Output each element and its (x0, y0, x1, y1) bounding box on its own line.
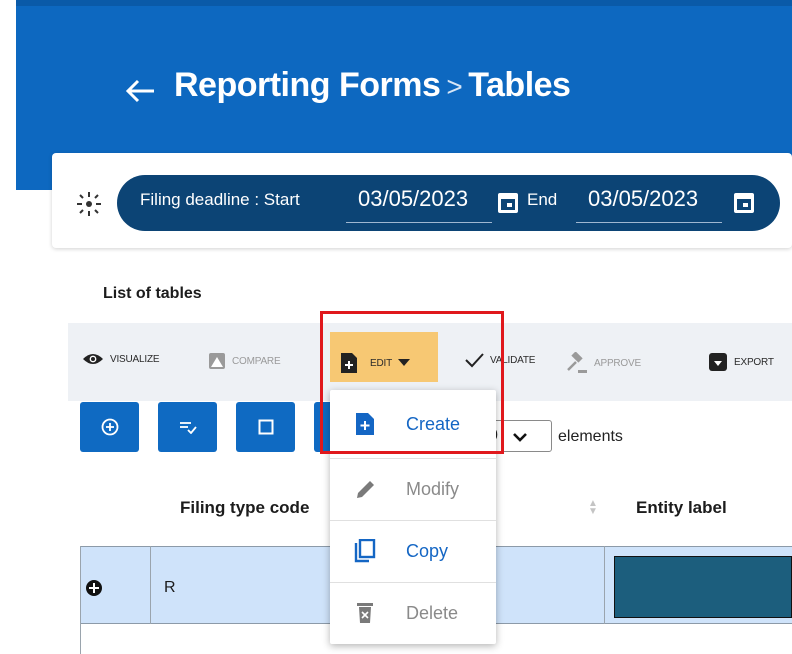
approve-label: APPROVE (594, 357, 641, 369)
menu-item-create[interactable]: Create (330, 394, 496, 454)
elements-label: elements (558, 428, 623, 445)
trash-icon (357, 603, 373, 623)
arrow-left-icon[interactable] (124, 74, 158, 108)
column-header-entity-label[interactable]: Entity label (636, 498, 727, 518)
calendar-icon[interactable] (498, 193, 518, 213)
compare-button[interactable]: COMPARE (208, 352, 281, 370)
page-title: Reporting Forms > Tables (174, 66, 571, 105)
check-icon (465, 353, 484, 368)
filing-type-code-cell: R (164, 579, 176, 596)
visualize-label: VISUALIZE (110, 353, 160, 365)
calendar-icon[interactable] (734, 193, 754, 213)
menu-item-copy[interactable]: Copy (330, 520, 496, 580)
eye-icon (83, 354, 103, 364)
plus-circle-icon (101, 418, 118, 436)
edit-label: EDIT (370, 357, 392, 369)
select-rows-button[interactable] (158, 402, 217, 452)
menu-item-modify[interactable]: Modify (330, 458, 496, 518)
entity-label-cell (614, 556, 792, 618)
end-date-underline (576, 222, 722, 223)
menu-item-delete[interactable]: Delete (330, 582, 496, 642)
filing-deadline-start-label: Filing deadline : Start (140, 190, 300, 209)
compare-label: COMPARE (232, 355, 281, 367)
copy-icon (354, 539, 376, 563)
start-date-field[interactable]: 03/05/2023 (358, 186, 468, 212)
compare-icon (209, 353, 225, 369)
chevron-down-icon (513, 433, 527, 442)
start-date-underline (346, 222, 492, 223)
menu-item-delete-label: Delete (406, 603, 459, 623)
gavel-icon (567, 352, 587, 373)
header-top-strip (16, 0, 792, 6)
visualize-button[interactable]: VISUALIZE (82, 352, 160, 366)
export-label: EXPORT (734, 356, 774, 368)
validate-label: VALIDATE (490, 354, 536, 366)
sun-icon[interactable] (76, 191, 102, 217)
breadcrumb-separator: > (446, 71, 463, 102)
expand-row-icon[interactable] (86, 580, 102, 596)
pencil-icon (357, 481, 374, 498)
page: Reporting Forms > Tables Filing deadline :… (0, 0, 792, 654)
validate-button[interactable]: VALIDATE (464, 352, 535, 368)
menu-item-create-label: Create (406, 414, 461, 434)
edit-button[interactable]: EDIT (340, 352, 410, 374)
end-date-field[interactable]: 03/05/2023 (588, 186, 698, 212)
list-check-icon (179, 422, 197, 434)
square-icon (258, 419, 273, 435)
breadcrumb-tables: Tables (468, 66, 571, 104)
menu-item-modify-label: Modify (406, 479, 460, 499)
file-plus-icon (341, 353, 357, 373)
deselect-button[interactable] (236, 402, 295, 452)
file-plus-icon (356, 413, 374, 435)
caret-down-icon (397, 359, 410, 366)
section-title: List of tables (103, 285, 202, 302)
edit-dropdown-menu: Create Modify Copy Delete (330, 390, 496, 644)
sort-icon[interactable]: ▲ ▼ (588, 499, 598, 518)
add-row-button[interactable] (80, 402, 139, 452)
export-button[interactable]: EXPORT (708, 352, 774, 372)
end-date-label: End (527, 190, 558, 209)
archive-icon (709, 353, 727, 371)
breadcrumb-reporting-forms[interactable]: Reporting Forms (174, 66, 441, 104)
approve-button[interactable]: APPROVE (566, 352, 641, 374)
column-header-filing-type-code[interactable]: Filing type code (180, 498, 309, 518)
menu-item-copy-label: Copy (406, 541, 449, 561)
